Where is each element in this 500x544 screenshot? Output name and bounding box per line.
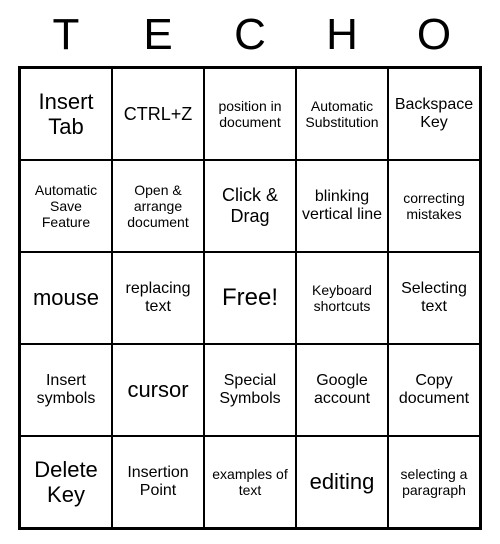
bingo-cell-9[interactable]: correcting mistakes (388, 160, 480, 252)
bingo-cell-3[interactable]: Automatic Substitution (296, 68, 388, 160)
bingo-cell-23[interactable]: editing (296, 436, 388, 528)
bingo-cell-7[interactable]: Click & Drag (204, 160, 296, 252)
bingo-cell-17[interactable]: Special Symbols (204, 344, 296, 436)
header-letter-3: H (296, 10, 388, 60)
bingo-cell-20[interactable]: Delete Key (20, 436, 112, 528)
bingo-grid: Insert TabCTRL+Zposition in documentAuto… (18, 66, 482, 530)
header-letter-1: E (112, 10, 204, 60)
header-letter-0: T (20, 10, 112, 60)
bingo-cell-10[interactable]: mouse (20, 252, 112, 344)
bingo-cell-4[interactable]: Backspace Key (388, 68, 480, 160)
bingo-cell-6[interactable]: Open & arrange document (112, 160, 204, 252)
bingo-cell-12[interactable]: Free! (204, 252, 296, 344)
bingo-cell-22[interactable]: examples of text (204, 436, 296, 528)
bingo-cell-24[interactable]: selecting a paragraph (388, 436, 480, 528)
bingo-cell-0[interactable]: Insert Tab (20, 68, 112, 160)
bingo-cell-21[interactable]: Insertion Point (112, 436, 204, 528)
bingo-cell-19[interactable]: Copy document (388, 344, 480, 436)
bingo-cell-13[interactable]: Keyboard shortcuts (296, 252, 388, 344)
bingo-header: T E C H O (20, 10, 480, 60)
bingo-cell-18[interactable]: Google account (296, 344, 388, 436)
bingo-cell-2[interactable]: position in document (204, 68, 296, 160)
header-letter-2: C (204, 10, 296, 60)
bingo-cell-5[interactable]: Automatic Save Feature (20, 160, 112, 252)
header-letter-4: O (388, 10, 480, 60)
bingo-cell-15[interactable]: Insert symbols (20, 344, 112, 436)
bingo-cell-14[interactable]: Selecting text (388, 252, 480, 344)
bingo-cell-8[interactable]: blinking vertical line (296, 160, 388, 252)
bingo-cell-11[interactable]: replacing text (112, 252, 204, 344)
bingo-cell-16[interactable]: cursor (112, 344, 204, 436)
bingo-cell-1[interactable]: CTRL+Z (112, 68, 204, 160)
